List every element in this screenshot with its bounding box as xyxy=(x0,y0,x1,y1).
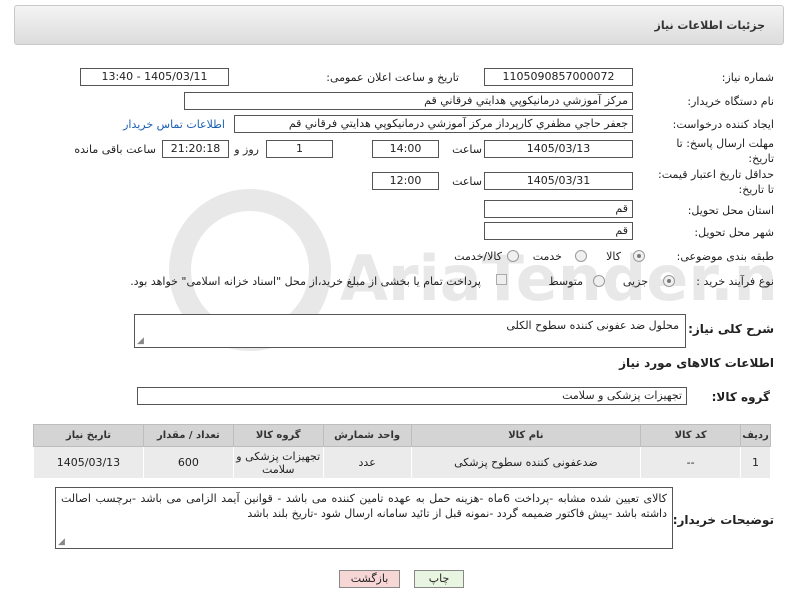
buyer-field: مرکز آموزشي درمانيکوپي هدايتي فرقاني قم xyxy=(184,92,633,110)
category-option-service: خدمت xyxy=(532,250,562,263)
cell-unit: عدد xyxy=(322,446,412,479)
deadline-label: مهلت ارسال پاسخ: تا xyxy=(676,137,774,150)
col-header-quantity: تعداد / مقدار xyxy=(142,424,234,447)
validity-label-date: تا تاریخ: xyxy=(738,183,774,196)
cell-quantity: 600 xyxy=(142,446,234,479)
group-label: گروه کالا: xyxy=(711,390,770,404)
deadline-date-field: 1405/03/13 xyxy=(484,140,633,158)
buyer-contact-link[interactable]: اطلاعات تماس خریدار xyxy=(123,118,225,131)
buyer-notes-field[interactable]: کالای تعیین شده مشابه -پرداخت 6ماه -هزین… xyxy=(55,487,673,549)
process-label: نوع فرآیند خرید : xyxy=(696,275,774,288)
need-number-label: شماره نیاز: xyxy=(721,71,774,84)
validity-time-field: 12:00 xyxy=(372,172,439,190)
need-number-field: 1105090857000072 xyxy=(484,68,633,86)
city-label: شهر محل تحویل: xyxy=(694,226,774,239)
process-radio-medium[interactable] xyxy=(593,275,605,287)
validity-time-label: ساعت xyxy=(452,175,482,188)
process-radio-minor[interactable] xyxy=(663,275,675,287)
creator-field: جعفر حاجي مظفري کارپرداز مرکز آموزشي درم… xyxy=(234,115,633,133)
cell-row-number: 1 xyxy=(740,446,771,479)
province-field: قم xyxy=(484,200,633,218)
resize-grip-icon[interactable]: ◢ xyxy=(137,337,144,346)
buyer-notes-label: توضیحات خریدار: xyxy=(672,513,774,527)
description-label: شرح کلی نیاز: xyxy=(688,322,774,336)
deadline-label-date: تاریخ: xyxy=(748,152,774,165)
items-section-title: اطلاعات کالاهای مورد نیاز xyxy=(619,356,774,370)
deadline-time-field: 14:00 xyxy=(372,140,439,158)
cell-group: تجهیزات پزشکی و سلامت xyxy=(232,446,324,479)
items-table: ردیف کد کالا نام کالا واحد شمارش گروه کا… xyxy=(33,424,771,479)
cell-name: ضدعفونی کننده سطوح پزشکی xyxy=(410,446,642,479)
table-row[interactable]: 1 -- ضدعفونی کننده سطوح پزشکی عدد تجهیزا… xyxy=(33,446,771,479)
buyer-notes-text: کالای تعیین شده مشابه -پرداخت 6ماه -هزین… xyxy=(61,492,668,520)
details-panel-header: جزئیات اطلاعات نیاز xyxy=(14,5,784,45)
buyer-label: نام دستگاه خریدار: xyxy=(687,95,774,108)
category-radio-service[interactable] xyxy=(575,250,587,262)
validity-date-field: 1405/03/31 xyxy=(484,172,633,190)
deadline-time-label: ساعت xyxy=(452,143,482,156)
col-header-name: نام کالا xyxy=(410,424,642,447)
col-header-row: ردیف xyxy=(740,424,771,447)
remaining-label: ساعت باقی مانده xyxy=(74,143,156,156)
col-header-date: تاریخ نیاز xyxy=(33,424,144,447)
cell-date: 1405/03/13 xyxy=(33,446,144,479)
category-option-goods: کالا xyxy=(606,250,621,263)
days-label: روز و xyxy=(234,143,259,156)
process-option-medium: متوسط xyxy=(548,275,583,288)
announce-datetime-field: 1405/03/11 - 13:40 xyxy=(80,68,229,86)
cell-code: -- xyxy=(640,446,742,479)
announce-label: تاریخ و ساعت اعلان عمومی: xyxy=(326,71,459,84)
category-radio-goods-service[interactable] xyxy=(507,250,519,262)
back-button[interactable]: بازگشت xyxy=(339,570,400,588)
treasury-payment-note: پرداخت تمام یا بخشی از مبلغ خرید،از محل … xyxy=(130,275,481,288)
col-header-unit: واحد شمارش xyxy=(322,424,412,447)
col-header-code: کد کالا xyxy=(640,424,742,447)
province-label: استان محل تحویل: xyxy=(687,204,774,217)
validity-label: حداقل تاریخ اعتبار قیمت: xyxy=(658,168,774,181)
category-radio-goods[interactable] xyxy=(633,250,645,262)
category-option-goods-service: کالا/خدمت xyxy=(454,250,502,263)
description-text: محلول ضد عفونی کننده سطوح الکلی xyxy=(506,319,679,332)
resize-grip-icon[interactable]: ◢ xyxy=(58,538,65,547)
description-field[interactable]: محلول ضد عفونی کننده سطوح الکلی ◢ xyxy=(134,314,686,348)
panel-title: جزئیات اطلاعات نیاز xyxy=(654,19,766,32)
creator-label: ایجاد کننده درخواست: xyxy=(672,118,774,131)
category-label: طبقه بندی موضوعی: xyxy=(676,250,774,263)
treasury-payment-checkbox[interactable] xyxy=(496,274,507,285)
group-field: تجهیزات پزشکی و سلامت xyxy=(137,387,687,405)
remaining-time-field: 21:20:18 xyxy=(162,140,229,158)
remaining-days-field: 1 xyxy=(266,140,333,158)
city-field: قم xyxy=(484,222,633,240)
col-header-group: گروه کالا xyxy=(232,424,324,447)
process-option-minor: جزیی xyxy=(622,275,648,288)
print-button[interactable]: چاپ xyxy=(414,570,464,588)
table-header-row: ردیف کد کالا نام کالا واحد شمارش گروه کا… xyxy=(33,424,771,447)
